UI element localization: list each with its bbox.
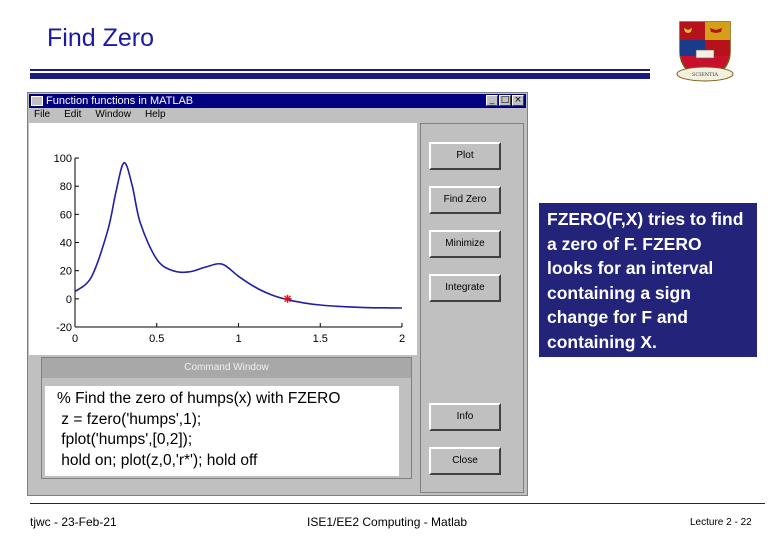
close-button[interactable]: Close	[429, 447, 501, 475]
window-controls: _ □ ×	[486, 95, 524, 106]
command-window: Command Window % Find the zero of humps(…	[41, 357, 412, 479]
y-tick-label: 20	[60, 266, 72, 278]
window-titlebar[interactable]: Function functions in MATLAB _ □ ×	[29, 94, 526, 108]
x-tick-label: 0.5	[149, 333, 164, 345]
y-tick-label: 80	[60, 181, 72, 193]
menu-help[interactable]: Help	[145, 109, 166, 123]
minimize-window-button[interactable]: _	[486, 95, 498, 106]
x-tick-label: 1	[235, 333, 241, 345]
humps-line	[74, 162, 403, 309]
fzero-callout: FZERO(F,X) tries to find a zero of F. FZ…	[539, 203, 757, 357]
y-tick-label: 0	[66, 294, 72, 306]
button-panel: Plot Find Zero Minimize Integrate Info C…	[420, 123, 524, 493]
info-button[interactable]: Info	[429, 403, 501, 431]
x-tick-label: 0	[72, 333, 78, 345]
command-line: hold on; plot(z,0,'r*'); hold off	[57, 451, 258, 469]
integrate-button[interactable]: Integrate	[429, 274, 501, 302]
college-crest-icon: SCIENTIA	[676, 21, 734, 82]
y-tick-label: 60	[60, 209, 72, 221]
command-line: z = fzero('humps',1);	[57, 410, 202, 428]
title-rule	[30, 66, 650, 79]
command-text: % Find the zero of humps(x) with FZERO z…	[45, 386, 399, 476]
footer-author-date: tjwc - 23-Feb-21	[30, 515, 117, 529]
find-zero-button[interactable]: Find Zero	[429, 186, 501, 214]
x-tick-label: 1.5	[313, 333, 328, 345]
plot-button[interactable]: Plot	[429, 142, 501, 170]
humps-plot: 100806040200-200 0.5 1 1.5 2	[54, 153, 405, 345]
window-title: Function functions in MATLAB	[46, 95, 194, 107]
plot-area: 100 80 60 40 20 0 -20 0 0.5 1 1.5 2	[29, 123, 417, 355]
maximize-window-button[interactable]: □	[499, 95, 511, 106]
footer-rule	[30, 503, 765, 504]
menubar: File Edit Window Help	[34, 109, 166, 123]
slide-title: Find Zero	[47, 24, 154, 52]
close-window-button[interactable]: ×	[512, 95, 524, 106]
footer-page-number: Lecture 2 - 22	[690, 517, 752, 528]
minimize-button[interactable]: Minimize	[429, 230, 501, 258]
x-tick-label: 2	[399, 333, 405, 345]
matlab-window: Function functions in MATLAB _ □ × File …	[27, 92, 528, 496]
footer-course: ISE1/EE2 Computing - Matlab	[307, 515, 468, 529]
menu-file[interactable]: File	[34, 109, 50, 123]
y-tick-label: -20	[56, 322, 72, 334]
window-app-icon	[31, 96, 43, 106]
menu-edit[interactable]: Edit	[64, 109, 81, 123]
command-line: fplot('humps',[0,2]);	[57, 431, 193, 448]
svg-text:SCIENTIA: SCIENTIA	[692, 72, 719, 78]
y-tick-label: 100	[54, 153, 72, 165]
command-line: % Find the zero of humps(x) with FZERO	[57, 390, 341, 407]
y-tick-label: 40	[60, 238, 72, 250]
menu-window[interactable]: Window	[95, 109, 131, 123]
command-window-header: Command Window	[42, 358, 411, 378]
